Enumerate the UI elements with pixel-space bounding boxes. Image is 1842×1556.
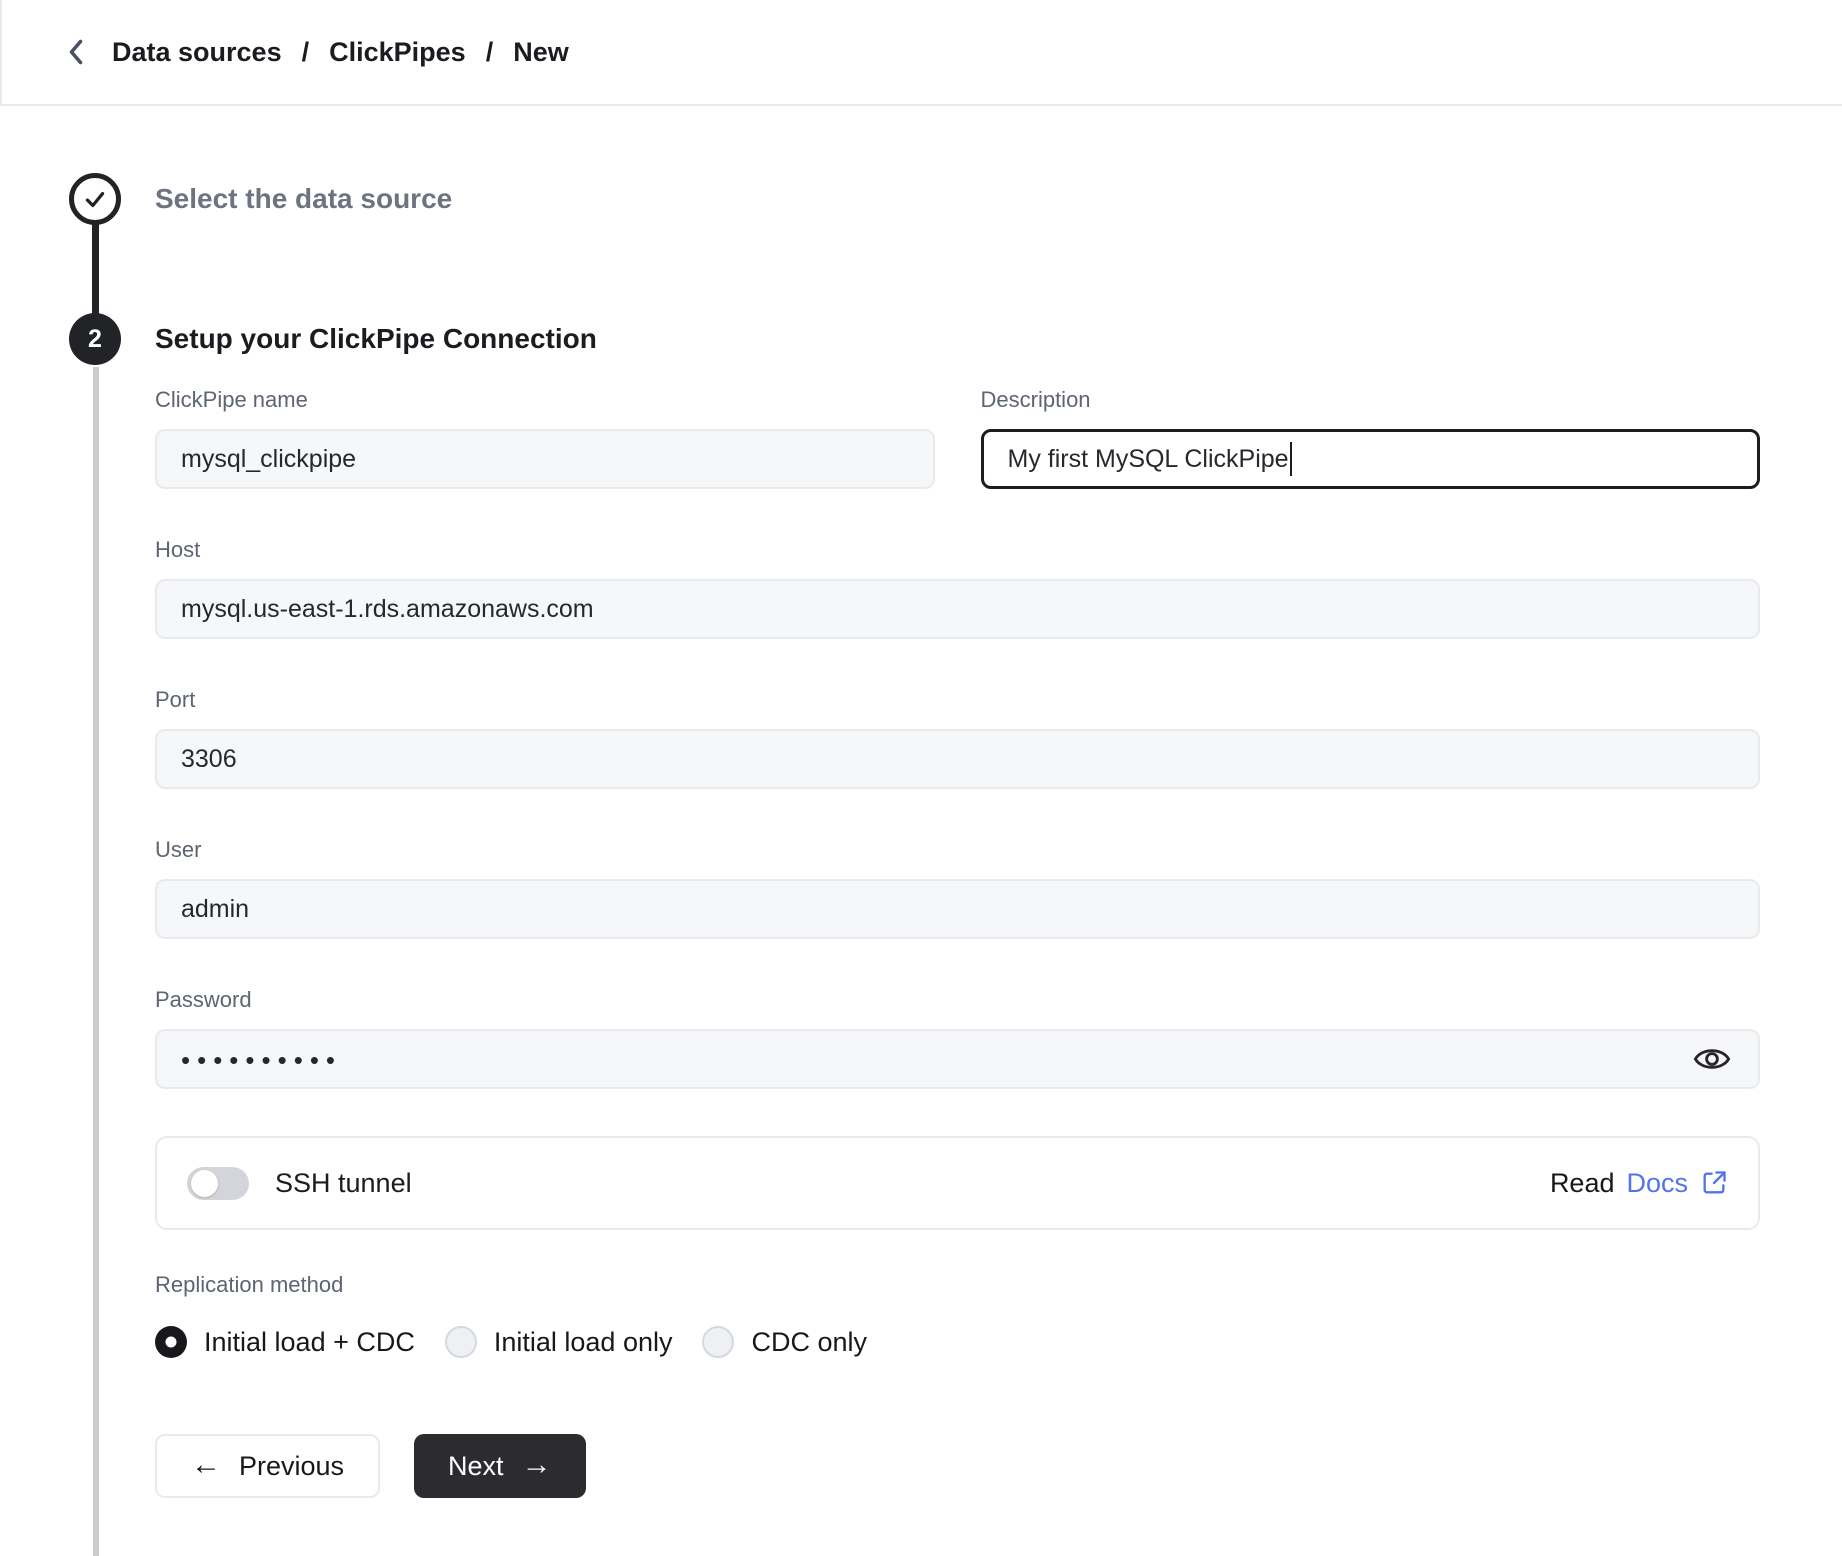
host-value: mysql.us-east-1.rds.amazonaws.com xyxy=(181,595,594,624)
password-reveal-button[interactable] xyxy=(1690,1037,1734,1081)
step-1-title: Select the data source xyxy=(155,173,452,225)
clickpipe-setup-page: Data sources / ClickPipes / New 2 Select… xyxy=(0,0,1842,1556)
user-input[interactable]: admin xyxy=(155,879,1760,939)
breadcrumb: Data sources / ClickPipes / New xyxy=(112,37,569,68)
check-icon xyxy=(82,186,108,212)
password-input[interactable]: •••••••••• xyxy=(155,1029,1760,1089)
next-button-label: Next xyxy=(448,1451,504,1482)
clickpipe-name-input[interactable]: mysql_clickpipe xyxy=(155,429,935,489)
port-input[interactable]: 3306 xyxy=(155,729,1760,789)
user-field-group: User admin xyxy=(155,836,1760,939)
replication-method-label: Replication method xyxy=(155,1271,1760,1298)
host-input[interactable]: mysql.us-east-1.rds.amazonaws.com xyxy=(155,579,1760,639)
clickpipe-name-label: ClickPipe name xyxy=(155,386,935,413)
ssh-tunnel-label: SSH tunnel xyxy=(275,1168,412,1199)
step-2-indicator: 2 xyxy=(69,313,121,365)
password-label: Password xyxy=(155,986,1760,1013)
eye-icon xyxy=(1693,1045,1731,1073)
ssh-tunnel-toggle[interactable] xyxy=(187,1167,249,1200)
stepper-connector-done xyxy=(92,223,99,315)
step-1-indicator xyxy=(69,173,121,225)
password-field-group: Password •••••••••• xyxy=(155,986,1760,1089)
description-label: Description xyxy=(981,386,1761,413)
wizard-actions: ← Previous Next → xyxy=(155,1434,1760,1498)
description-field-group: Description My first MySQL ClickPipe xyxy=(981,386,1761,489)
step-2-number: 2 xyxy=(88,325,102,354)
radio-initial-load-only[interactable]: Initial load only xyxy=(445,1326,673,1358)
radio-initial-load-cdc[interactable]: Initial load + CDC xyxy=(155,1326,415,1358)
host-field-group: Host mysql.us-east-1.rds.amazonaws.com xyxy=(155,536,1760,639)
radio-label: Initial load only xyxy=(494,1327,673,1358)
breadcrumb-item-new: New xyxy=(513,37,569,68)
arrow-left-icon: ← xyxy=(191,1450,221,1480)
password-masked-value: •••••••••• xyxy=(181,1045,342,1076)
clickpipe-name-field-group: ClickPipe name mysql_clickpipe xyxy=(155,386,935,489)
stepper-rail-pending xyxy=(93,367,99,1556)
external-link-icon[interactable] xyxy=(1700,1169,1728,1197)
breadcrumb-item-data-sources[interactable]: Data sources xyxy=(112,37,282,68)
ssh-tunnel-card: SSH tunnel Read Docs xyxy=(155,1136,1760,1230)
chevron-left-icon xyxy=(65,37,87,67)
read-text: Read xyxy=(1550,1168,1615,1199)
breadcrumb-item-clickpipes[interactable]: ClickPipes xyxy=(329,37,466,68)
radio-selected-icon[interactable] xyxy=(155,1326,187,1358)
previous-button-label: Previous xyxy=(239,1451,344,1482)
back-button[interactable] xyxy=(54,30,98,74)
radio-label: CDC only xyxy=(751,1327,867,1358)
text-cursor xyxy=(1290,442,1292,476)
clickpipe-name-value: mysql_clickpipe xyxy=(181,445,356,474)
breadcrumb-separator: / xyxy=(302,37,310,68)
next-button[interactable]: Next → xyxy=(414,1434,586,1498)
breadcrumb-bar: Data sources / ClickPipes / New xyxy=(0,0,1842,106)
port-value: 3306 xyxy=(181,745,237,774)
host-label: Host xyxy=(155,536,1760,563)
radio-unselected-icon[interactable] xyxy=(445,1326,477,1358)
user-value: admin xyxy=(181,895,249,924)
port-label: Port xyxy=(155,686,1760,713)
ssh-docs-area: Read Docs xyxy=(1550,1168,1728,1199)
toggle-knob xyxy=(191,1170,218,1197)
replication-options: Initial load + CDC Initial load only CDC… xyxy=(155,1326,1760,1358)
description-input[interactable]: My first MySQL ClickPipe xyxy=(981,429,1761,489)
radio-label: Initial load + CDC xyxy=(204,1327,415,1358)
radio-unselected-icon[interactable] xyxy=(702,1326,734,1358)
step-2-title: Setup your ClickPipe Connection xyxy=(155,313,597,365)
radio-cdc-only[interactable]: CDC only xyxy=(702,1326,867,1358)
previous-button[interactable]: ← Previous xyxy=(155,1434,380,1498)
docs-link[interactable]: Docs xyxy=(1626,1168,1688,1199)
user-label: User xyxy=(155,836,1760,863)
arrow-right-icon: → xyxy=(522,1450,552,1480)
connection-form: ClickPipe name mysql_clickpipe Descripti… xyxy=(155,386,1760,1498)
port-field-group: Port 3306 xyxy=(155,686,1760,789)
breadcrumb-separator: / xyxy=(486,37,494,68)
description-value: My first MySQL ClickPipe xyxy=(1008,445,1289,474)
wizard-body: 2 Select the data source Setup your Clic… xyxy=(0,106,1842,1556)
